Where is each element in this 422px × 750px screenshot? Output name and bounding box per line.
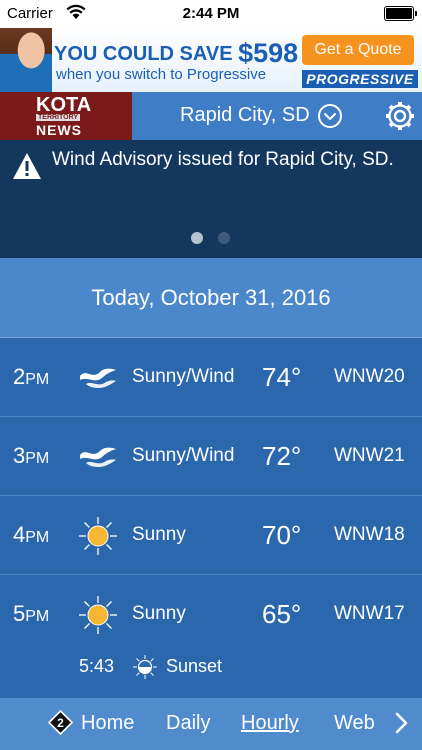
- page-dot-2[interactable]: [218, 232, 230, 244]
- ad-banner[interactable]: YOU COULD SAVE $598 when you switch to P…: [0, 28, 422, 92]
- hour-label: 2PM: [13, 364, 50, 389]
- sun-icon: [79, 596, 117, 634]
- nav-hourly[interactable]: Hourly: [241, 712, 299, 735]
- condition-label: Sunny: [132, 603, 186, 624]
- ad-headline-prefix: YOU COULD SAVE: [54, 43, 233, 65]
- hourly-row[interactable]: 4PM Sunny 70° WNW18: [0, 496, 422, 575]
- temperature: 74°: [262, 362, 302, 392]
- sunset-time: 5:43: [79, 656, 115, 676]
- ad-amount: $598: [238, 38, 299, 68]
- hour-label: 4PM: [13, 522, 50, 547]
- ad-headline: YOU COULD SAVE $598: [54, 36, 299, 68]
- location-selector[interactable]: Rapid City, SD: [180, 104, 310, 127]
- sunset-label: Sunset: [166, 656, 223, 676]
- wind-icon: [80, 368, 116, 388]
- ad-brand-logo: PROGRESSIVE: [302, 70, 418, 88]
- temperature: 65°: [262, 599, 302, 629]
- clock: 2:44 PM: [182, 5, 240, 22]
- badge-2-icon[interactable]: 2: [48, 710, 73, 735]
- chevron-down-icon[interactable]: [318, 104, 342, 128]
- wind-icon: [80, 447, 116, 467]
- sunset-icon: [133, 655, 157, 679]
- hourly-row[interactable]: 3PM Sunny/Wind 72° WNW21: [0, 417, 422, 496]
- hourly-row[interactable]: 5PM Sunny 65° WNW17: [0, 575, 422, 654]
- temperature: 72°: [262, 441, 302, 471]
- sunset-row: 5:43 Sunset: [0, 646, 422, 686]
- wind-reading: WNW18: [334, 524, 405, 545]
- wind-reading: WNW20: [334, 366, 405, 387]
- logo-news: NEWS: [36, 122, 82, 138]
- hour-label: 3PM: [13, 443, 50, 468]
- page-dot-1[interactable]: [191, 232, 203, 244]
- battery-icon: [384, 6, 417, 21]
- wind-reading: WNW21: [334, 445, 405, 466]
- svg-text:2: 2: [57, 716, 64, 730]
- sun-icon: [79, 517, 117, 555]
- ad-person-image: [0, 28, 52, 92]
- station-logo: KOTA TERRITORY NEWS: [0, 92, 132, 140]
- chevron-right-icon[interactable]: [392, 710, 410, 736]
- temperature: 70°: [262, 520, 302, 550]
- hourly-row[interactable]: 2PM Sunny/Wind 74° WNW20: [0, 338, 422, 417]
- nav-daily[interactable]: Daily: [166, 712, 210, 735]
- condition-label: Sunny/Wind: [132, 366, 235, 387]
- date-label: Today, October 31, 2016: [91, 285, 331, 310]
- weather-alert[interactable]: Wind Advisory issued for Rapid City, SD.: [0, 140, 422, 258]
- warning-icon: [13, 153, 41, 179]
- get-quote-button[interactable]: Get a Quote: [302, 35, 414, 65]
- gear-icon[interactable]: [384, 100, 416, 132]
- status-bar: Carrier 2:44 PM: [0, 0, 422, 28]
- app-header: KOTA TERRITORY NEWS Rapid City, SD: [0, 92, 422, 140]
- alert-message: Wind Advisory issued for Rapid City, SD.: [52, 149, 394, 170]
- condition-label: Sunny/Wind: [132, 445, 235, 466]
- ad-subline: when you switch to Progressive: [56, 66, 267, 83]
- condition-label: Sunny: [132, 524, 186, 545]
- wind-reading: WNW17: [334, 603, 405, 624]
- logo-territory: TERRITORY: [36, 114, 81, 121]
- nav-web[interactable]: Web: [334, 712, 375, 735]
- hour-label: 5PM: [13, 601, 50, 626]
- bottom-nav: 2 Home Daily Hourly Web: [0, 698, 422, 750]
- date-header: Today, October 31, 2016: [0, 258, 422, 338]
- nav-home[interactable]: Home: [81, 712, 134, 735]
